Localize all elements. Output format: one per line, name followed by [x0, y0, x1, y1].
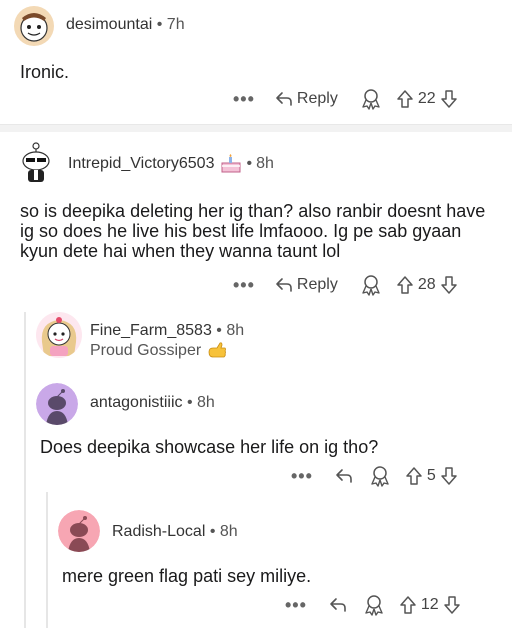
avatar[interactable] [14, 140, 58, 184]
cake-icon [221, 154, 241, 173]
reply-button[interactable] [329, 597, 347, 613]
snoo-avatar-icon [20, 13, 48, 42]
flair-emoji [207, 342, 227, 360]
comment-actions: ••• Reply 22 [233, 87, 458, 111]
snoo-avatar-icon [58, 510, 100, 552]
upvote-button[interactable] [399, 595, 417, 615]
downvote-button[interactable] [440, 466, 458, 486]
reply-label: Reply [296, 90, 338, 107]
upvote-arrow-icon [397, 90, 413, 108]
thread-line[interactable] [24, 312, 26, 628]
snoo-avatar-icon [41, 317, 77, 356]
vote-count: 12 [420, 596, 439, 613]
more-options-button[interactable]: ••• [233, 89, 255, 110]
more-options-button[interactable]: ••• [291, 466, 313, 487]
thread-line[interactable] [46, 492, 48, 628]
separator: • [216, 322, 222, 339]
award-icon [371, 466, 389, 487]
comment-actions: ••• 12 [285, 593, 461, 617]
comment-header: Intrepid_Victory6503 • 8h [68, 154, 274, 174]
comment-header: Fine_Farm_8583 • 8h [90, 322, 244, 340]
downvote-button[interactable] [440, 89, 458, 109]
username[interactable]: Radish-Local [112, 523, 205, 540]
downvote-arrow-icon [440, 276, 457, 294]
upvote-arrow-icon [397, 276, 413, 294]
comment-header: desimountai • 7h [66, 16, 185, 34]
downvote-button[interactable] [440, 275, 458, 295]
separator: • [209, 523, 216, 540]
more-options-button[interactable]: ••• [285, 595, 307, 616]
comment-divider [0, 124, 512, 132]
flair-text: Proud Gossiper [90, 342, 202, 359]
comment-header: Radish-Local • 8h [112, 523, 238, 541]
more-options-button[interactable]: ••• [233, 275, 255, 296]
upvote-button[interactable] [405, 466, 423, 486]
award-button[interactable] [369, 465, 391, 487]
downvote-arrow-icon [441, 467, 457, 485]
reply-button[interactable] [335, 468, 353, 484]
avatar[interactable] [36, 383, 78, 425]
comment-body: so is deepika deleting her ig than? also… [20, 201, 486, 261]
avatar[interactable] [14, 6, 54, 46]
reply-arrow-icon [330, 598, 346, 612]
vote-count: 5 [426, 467, 436, 484]
comment-header: antagonistiiic • 8h [90, 394, 215, 412]
avatar[interactable] [36, 312, 82, 358]
award-button[interactable] [363, 594, 385, 616]
upvote-button[interactable] [396, 275, 414, 295]
hand-pointing-emoji-icon [208, 342, 227, 358]
vote-count: 22 [417, 90, 436, 107]
timestamp: 8h [226, 322, 245, 339]
comment-body: mere green flag pati sey miliye. [62, 566, 312, 586]
reply-button[interactable]: Reply [275, 90, 338, 108]
downvote-arrow-icon [443, 596, 460, 614]
separator: • [186, 394, 193, 411]
award-icon [365, 595, 383, 616]
reply-arrow-icon [276, 278, 292, 292]
username[interactable]: Intrepid_Victory6503 [68, 155, 214, 173]
timestamp: 8h [219, 523, 238, 540]
timestamp: 7h [166, 16, 185, 33]
user-flair: Proud Gossiper [90, 342, 227, 360]
cake-day-badge [220, 154, 242, 174]
award-button[interactable] [360, 274, 382, 296]
award-icon [362, 89, 380, 110]
downvote-arrow-icon [440, 90, 457, 108]
snoo-avatar-icon [36, 383, 78, 425]
vote-count: 28 [417, 276, 436, 293]
award-button[interactable] [360, 88, 382, 110]
reply-arrow-icon [276, 92, 292, 106]
comment-actions: ••• Reply 28 [233, 273, 458, 297]
username[interactable]: antagonistiiic [90, 394, 183, 411]
upvote-button[interactable] [396, 89, 414, 109]
username[interactable]: desimountai [66, 16, 152, 33]
timestamp: 8h [256, 155, 274, 172]
avatar[interactable] [58, 510, 100, 552]
comment-body: Does deepika showcase her life on ig tho… [40, 437, 379, 457]
timestamp: 8h [197, 394, 215, 411]
comment-actions: ••• 5 [291, 464, 458, 488]
separator: • [156, 16, 163, 33]
separator: • [246, 155, 253, 172]
snoo-avatar-icon [22, 142, 50, 182]
reply-label: Reply [296, 276, 338, 293]
upvote-arrow-icon [400, 596, 416, 614]
reply-button[interactable]: Reply [275, 276, 338, 294]
reply-arrow-icon [336, 469, 352, 483]
downvote-button[interactable] [443, 595, 461, 615]
upvote-arrow-icon [406, 467, 422, 485]
username[interactable]: Fine_Farm_8583 [90, 322, 212, 339]
award-icon [362, 275, 380, 296]
comment-body: Ironic. [20, 62, 70, 82]
